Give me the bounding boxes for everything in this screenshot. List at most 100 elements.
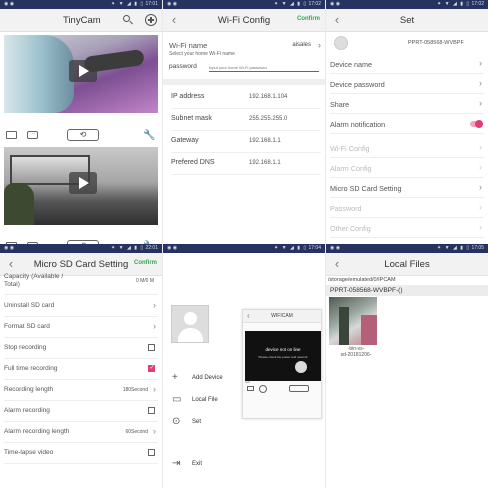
- share-row[interactable]: Share ›: [330, 94, 484, 114]
- back-arrow-icon[interactable]: ‹: [330, 256, 344, 272]
- time-lapse-video-row: Time-lapse video: [4, 443, 158, 464]
- status-time: 17:04: [308, 245, 321, 251]
- search-icon[interactable]: [122, 14, 134, 26]
- password-input[interactable]: [209, 64, 319, 72]
- chevron-right-icon: ›: [153, 300, 156, 310]
- password-row[interactable]: Password ›: [330, 198, 484, 218]
- stop-recording-checkbox[interactable]: [148, 344, 155, 351]
- user-avatar[interactable]: [171, 305, 209, 343]
- app-bar: ‹ Set: [326, 9, 488, 32]
- chevron-right-icon: ›: [479, 98, 482, 108]
- uninstall-sd-row[interactable]: Uninstall SD card ›: [4, 296, 158, 317]
- time-lapse-checkbox[interactable]: [148, 449, 155, 456]
- app-title: TinyCam: [63, 15, 101, 26]
- chevron-right-icon: ›: [479, 78, 482, 88]
- wifi-config-screen: ◉ ◉ ⁕ ▼ ◢ ▮ ▯ 17:02 ‹ Wi-Fi Config Confi…: [163, 0, 325, 244]
- dns-row: Prefered DNS 192.168.1.1: [171, 153, 321, 175]
- device-header: PPRT-058568-WVBPF: [326, 33, 488, 53]
- offline-camera-feed: device not on line Please check the powe…: [245, 331, 321, 381]
- page-title: Set: [399, 14, 415, 26]
- other-config-row[interactable]: Other Config ›: [330, 218, 484, 238]
- page-title: Local Files: [384, 258, 430, 270]
- chevron-right-icon: ›: [479, 162, 482, 172]
- chevron-right-icon: ›: [153, 321, 156, 331]
- app-bar: ‹ Wi-Fi Config Confirm: [163, 9, 325, 32]
- status-left: ◉ ◉: [4, 1, 15, 7]
- side-menu-screen: ◉ ◉ ⁕ ▼ ◢ ▮ ▯ 17:04 + Add Device ▭ Local…: [163, 244, 325, 488]
- settings-wrench-icon[interactable]: 🔧: [143, 130, 155, 141]
- menu-set[interactable]: ⊙ Set: [171, 416, 241, 430]
- status-bar: ◉ ◉ ⁕ ▼ ◢ ▮ ▯ 22:01: [0, 244, 162, 253]
- menu-add-device[interactable]: + Add Device: [171, 372, 241, 386]
- play-icon[interactable]: [69, 172, 97, 194]
- capacity-row: Capacity (Available / Total) 0 M/0 M: [4, 273, 158, 295]
- video-thumbnail[interactable]: [329, 297, 377, 345]
- folder-icon[interactable]: [6, 131, 17, 139]
- recording-length-row[interactable]: Recording length 180Second ›: [4, 380, 158, 401]
- ptz-icon: [289, 385, 309, 392]
- add-camera-icon[interactable]: [145, 14, 157, 26]
- ptz-icon[interactable]: ⟲: [67, 129, 99, 141]
- back-arrow-icon[interactable]: ‹: [167, 12, 181, 28]
- device-password-row[interactable]: Device password ›: [330, 74, 484, 94]
- tinycam-screen: ◉ ◉ ⁕ ▼ ◢ ▮ ▯ 17:01 TinyCam ··· ⟲ 🔧 ··· …: [0, 0, 162, 244]
- alarm-config-row[interactable]: Alarm Config ›: [330, 158, 484, 178]
- storage-path: /storage/emulated/0/IPCAM: [328, 277, 396, 283]
- confirm-button[interactable]: Confirm: [134, 260, 157, 266]
- play-icon: [295, 361, 307, 373]
- gateway-row: Gateway 192.168.1.1: [171, 131, 321, 153]
- plus-icon: +: [172, 372, 178, 383]
- status-time: 17:05: [471, 245, 484, 251]
- message-icon: [259, 385, 267, 393]
- status-time: 17:01: [145, 1, 158, 7]
- micro-sd-card-setting-row[interactable]: Micro SD Card Setting ›: [330, 178, 484, 198]
- full-time-recording-row: Full time recording: [4, 359, 158, 380]
- camera-1-toolbar: ··· ⟲ 🔧: [0, 129, 162, 143]
- chevron-right-icon: ›: [479, 202, 482, 212]
- status-time: 22:01: [145, 245, 158, 251]
- stop-recording-row: Stop recording: [4, 338, 158, 359]
- full-time-recording-checkbox[interactable]: [148, 364, 155, 372]
- camera-feed-2[interactable]: [4, 147, 158, 225]
- subnet-mask-row: Subnet mask 255.255.255.0: [171, 109, 321, 131]
- folder-icon: ▭: [172, 394, 182, 405]
- wifi-name-value: aisales: [292, 42, 311, 48]
- alarm-recording-length-row[interactable]: Alarm recording length 60Second ›: [4, 422, 158, 443]
- wifi-hint: Select your home Wi-Fi name: [169, 51, 235, 57]
- device-id: PPRT-058568-WVBPF: [408, 40, 464, 46]
- alarm-recording-checkbox[interactable]: [148, 407, 155, 414]
- settings-icon: ⊙: [172, 416, 181, 427]
- background-app-preview: ‹ WIFICAM device not on line Please chec…: [242, 309, 322, 419]
- app-bar: ‹ Local Files: [326, 253, 488, 276]
- chevron-right-icon: ›: [479, 182, 482, 192]
- back-arrow-icon[interactable]: ‹: [4, 256, 18, 272]
- app-bar: TinyCam: [0, 9, 162, 32]
- wifi-config-row[interactable]: Wi-Fi Config ›: [330, 138, 484, 158]
- camera-feed-1[interactable]: [4, 35, 158, 113]
- capacity-value: 0 M/0 M: [135, 278, 154, 284]
- chevron-right-icon: ›: [479, 222, 482, 232]
- chevron-right-icon: ›: [153, 384, 156, 394]
- thumbnail-caption: -bin-vs- sd-20181206-: [340, 346, 372, 358]
- ip-address-row: IP address 192.168.1.104: [171, 87, 321, 109]
- device-avatar: [334, 36, 348, 50]
- wifi-name-row[interactable]: Wi-Fi name aisales ›: [169, 40, 321, 50]
- menu-exit[interactable]: ⇥ Exit: [171, 458, 241, 472]
- chevron-right-icon: ›: [153, 426, 156, 436]
- back-arrow-icon[interactable]: ‹: [330, 12, 344, 28]
- message-icon[interactable]: ···: [27, 131, 38, 139]
- divider: [163, 79, 325, 85]
- menu-local-file[interactable]: ▭ Local File: [171, 394, 241, 408]
- device-settings-screen: ◉ ◉ ⁕ ▼ ◢ ▮ ▯ 17:02 ‹ Set PPRT-058568-WV…: [326, 0, 488, 244]
- device-name-row[interactable]: Device name ›: [330, 54, 484, 74]
- confirm-button[interactable]: Confirm: [297, 16, 320, 22]
- status-right: ⁕ ▼ ◢ ▮ ▯ 17:01: [111, 1, 158, 7]
- status-bar: ◉ ◉ ⁕ ▼ ◢ ▮ ▯ 17:01: [0, 0, 162, 9]
- status-bar: ◉ ◉ ⁕ ▼ ◢ ▮ ▯ 17:04: [163, 244, 325, 253]
- play-icon[interactable]: [69, 60, 97, 82]
- format-sd-row[interactable]: Format SD card ›: [4, 317, 158, 338]
- device-group-header: PPRT-058568-WVBPF-(): [326, 285, 488, 296]
- alarm-notification-toggle[interactable]: [470, 120, 483, 128]
- chevron-right-icon: ›: [479, 58, 482, 68]
- folder-icon: [247, 386, 254, 391]
